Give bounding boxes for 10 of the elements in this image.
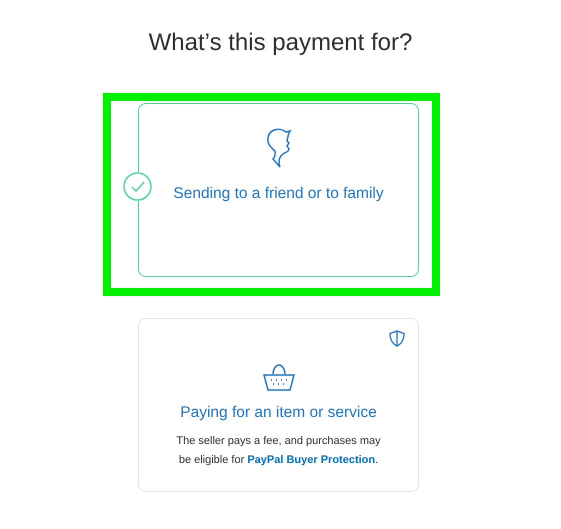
- page-heading: What’s this payment for?: [148, 28, 414, 58]
- option-label: Sending to a friend or to family: [173, 184, 384, 204]
- option-card[interactable]: Paying for an item or service The seller pays a fee, and purchases may be eligible for PayPal Buyer Protection.: [138, 318, 419, 492]
- shield-icon: [389, 330, 405, 347]
- option-card[interactable]: Sending to a friend or to family: [138, 103, 419, 277]
- option-description: The seller pays a fee, and purchases may be eligible for PayPal Buyer Protection.: [175, 434, 382, 468]
- check-circle-icon: [123, 172, 152, 201]
- option-label: Paying for an item or service: [180, 403, 377, 423]
- person-head-icon: [266, 127, 292, 169]
- buyer-protection-link[interactable]: PayPal Buyer Protection: [247, 454, 376, 466]
